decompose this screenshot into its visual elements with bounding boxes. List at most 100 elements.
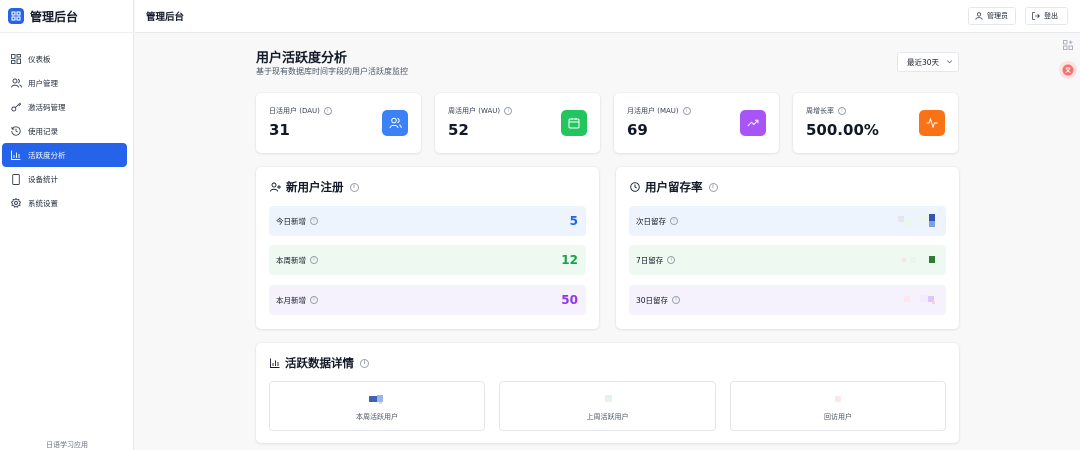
sidebar-item-label: 活跃度分析: [28, 150, 66, 160]
activity-card-this-week: 本周活跃用户: [269, 381, 485, 431]
sidebar-item-usage-records[interactable]: 使用记录: [2, 119, 127, 143]
grid-plus-icon: [1063, 40, 1073, 50]
users-icon: [382, 110, 408, 136]
bar-chart-icon: [10, 149, 22, 161]
section-title: 活跃数据详情 i: [270, 355, 369, 371]
activity-icon: [919, 110, 945, 136]
chevron-down-icon: [946, 60, 953, 64]
section-title: 新用户注册 i: [270, 179, 359, 195]
page-subtitle: 基于现有数据库时间字段的用户活跃度监控: [256, 67, 408, 76]
section-title-text: 新用户注册: [286, 180, 344, 194]
time-range-select[interactable]: 最近30天: [897, 52, 959, 72]
row-label: 7日留存: [636, 255, 664, 265]
brand: 管理后台: [0, 0, 133, 33]
row-value: 12: [561, 253, 578, 267]
stat-label-text: 周增长率: [806, 107, 834, 115]
info-icon[interactable]: i: [708, 182, 718, 192]
clock-icon: [630, 182, 640, 192]
activity-detail-card: 活跃数据详情 i 本周活跃用户 上周活跃用户 回访用户: [256, 343, 959, 443]
brand-title: 管理后台: [30, 9, 79, 24]
logout-label: 登出: [1044, 12, 1058, 20]
stat-label-text: 周活用户 (WAU): [448, 107, 501, 115]
translate-icon: [1062, 64, 1074, 76]
extension-tool-button[interactable]: [1059, 36, 1077, 54]
info-icon[interactable]: i: [682, 107, 691, 115]
user-plus-icon: [270, 182, 281, 192]
activity-card-label: 回访用户: [824, 413, 852, 421]
stat-card-dau: 日活用户 (DAU) i 31: [256, 93, 421, 153]
sidebar-item-label: 激活码管理: [28, 102, 66, 112]
section-title: 用户留存率 i: [630, 179, 718, 195]
row-label: 次日留存: [636, 216, 666, 226]
info-icon[interactable]: i: [838, 107, 846, 115]
row-label: 今日新增: [276, 216, 306, 226]
sidebar-item-system-settings[interactable]: 系统设置: [2, 191, 127, 215]
row-value: 5: [569, 214, 578, 228]
info-icon[interactable]: i: [360, 358, 369, 368]
sidebar-item-label: 系统设置: [28, 198, 58, 208]
sidebar-item-dashboard[interactable]: 仪表板: [2, 47, 127, 71]
page-title: 用户活跃度分析: [256, 51, 348, 66]
stat-card-wau: 周活用户 (WAU) i 52: [435, 93, 600, 153]
section-title-text: 用户留存率: [645, 180, 703, 194]
sidebar-nav: 仪表板 用户管理 激活码管理 使用记录 活跃度分析 设备统计 系统设置: [0, 33, 133, 215]
info-icon[interactable]: i: [310, 296, 318, 304]
sidebar: 管理后台 仪表板 用户管理 激活码管理 使用记录 活跃度分析 设备统计 系统设置…: [0, 0, 134, 450]
info-icon[interactable]: i: [504, 107, 513, 115]
new-users-card: 新用户注册 i 今日新增 i 5 本周新增 i 12 本月新增 i 50: [256, 167, 599, 329]
stat-value: 52: [448, 121, 469, 139]
stat-value: 69: [627, 121, 648, 139]
section-title-text: 活跃数据详情: [285, 356, 354, 370]
activity-card-last-week: 上周活跃用户: [499, 381, 716, 431]
translate-tool-button[interactable]: [1059, 61, 1077, 79]
info-icon[interactable]: i: [672, 296, 681, 304]
stat-value: 31: [269, 121, 290, 139]
row-label: 本月新增: [276, 295, 306, 305]
new-users-row-month: 本月新增 i 50: [269, 285, 586, 315]
row-value: 50: [561, 293, 578, 307]
stat-label: 日活用户 (DAU) i: [269, 106, 332, 116]
stat-label: 周增长率 i: [806, 106, 846, 116]
retention-thumbnail: [898, 214, 935, 227]
sidebar-item-activity-analysis[interactable]: 活跃度分析: [2, 143, 127, 167]
stat-label-text: 日活用户 (DAU): [269, 107, 320, 115]
sidebar-item-device-stats[interactable]: 设备统计: [2, 167, 127, 191]
stat-label: 月活用户 (MAU) i: [627, 106, 691, 116]
retention-row-next-day: 次日留存 i: [629, 206, 946, 236]
logout-button[interactable]: 登出: [1025, 7, 1068, 25]
activity-card-label: 本周活跃用户: [356, 413, 398, 421]
users-icon: [10, 77, 22, 89]
dashboard-logo-icon: [8, 8, 24, 24]
activity-thumbnail: [835, 396, 841, 402]
key-icon: [10, 101, 22, 113]
new-users-row-today: 今日新增 i 5: [269, 206, 586, 236]
sidebar-item-label: 仪表板: [28, 54, 51, 64]
new-users-row-week: 本周新增 i 12: [269, 245, 586, 275]
calendar-icon: [561, 110, 587, 136]
sidebar-footer: 日语学习应用: [46, 441, 88, 449]
info-icon[interactable]: i: [310, 256, 318, 264]
top-header: 管理后台: [135, 0, 1080, 33]
sidebar-item-label: 用户管理: [28, 78, 58, 88]
retention-thumbnail: [904, 295, 935, 304]
info-icon[interactable]: i: [310, 217, 318, 225]
row-label: 30日留存: [636, 295, 669, 305]
info-icon[interactable]: i: [349, 182, 359, 192]
activity-card-returning: 回访用户: [730, 381, 946, 431]
time-range-value: 最近30天: [907, 57, 940, 67]
user-menu-button[interactable]: 管理员: [968, 7, 1016, 25]
stat-value: 500.00%: [806, 121, 879, 139]
stat-card-weekly-growth: 周增长率 i 500.00%: [793, 93, 958, 153]
info-icon[interactable]: i: [667, 256, 676, 264]
user-name: 管理员: [987, 12, 1008, 20]
stat-label-text: 月活用户 (MAU): [627, 107, 679, 115]
header-title: 管理后台: [146, 12, 185, 23]
sidebar-item-label: 设备统计: [28, 174, 58, 184]
stat-card-mau: 月活用户 (MAU) i 69: [614, 93, 779, 153]
sidebar-item-activation-codes[interactable]: 激活码管理: [2, 95, 127, 119]
retention-thumbnail: [902, 256, 935, 263]
sidebar-item-users[interactable]: 用户管理: [2, 71, 127, 95]
info-icon[interactable]: i: [323, 107, 332, 115]
activity-thumbnail: [604, 395, 612, 402]
info-icon[interactable]: i: [670, 217, 678, 225]
